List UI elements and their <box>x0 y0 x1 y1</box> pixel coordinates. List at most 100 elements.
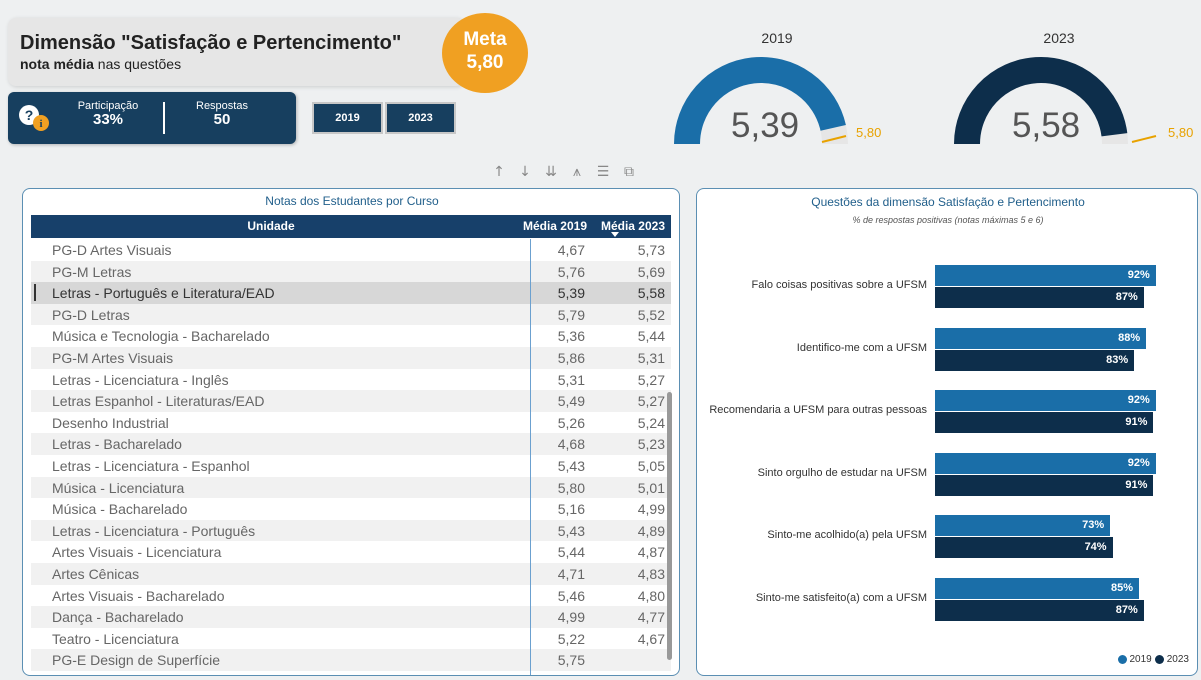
cell-unidade: Letras - Bacharelado <box>52 436 182 453</box>
cell-media-2023: 4,89 <box>637 522 665 539</box>
table-row[interactable]: PG-D Artes Visuais 4,67 5,73 <box>31 239 671 261</box>
focus-mode-icon[interactable]: ⧉ <box>622 164 636 184</box>
kpi-respostas-value: 50 <box>213 111 231 128</box>
chart-legend: 2019 2023 <box>1117 654 1189 665</box>
table-row[interactable]: Música - Bacharelado 5,16 4,99 <box>31 498 671 520</box>
table-row[interactable]: Letras - Licenciatura - Espanhol 5,43 5,05 <box>31 455 671 477</box>
table-row[interactable]: Letras - Licenciatura - Inglês 5,31 5,27 <box>31 369 671 391</box>
cell-unidade: Letras - Português e Literatura/EAD <box>52 285 275 302</box>
page-subtitle: nota média nas questões <box>20 56 452 72</box>
table-row[interactable]: Teatro - Licenciatura 5,22 4,67 <box>31 628 671 650</box>
filter-icon[interactable]: ☰ <box>596 164 610 184</box>
col-header-unidade[interactable]: Unidade <box>31 219 511 233</box>
cell-media-2023: 4,83 <box>637 566 665 582</box>
cell-media-2019: 4,67 <box>557 242 585 258</box>
cell-media-2019: 4,71 <box>557 566 585 582</box>
table-row[interactable]: Artes Visuais - Licenciatura 5,44 4,87 <box>31 541 671 563</box>
cell-media-2019: 4,68 <box>557 436 585 453</box>
drill-icon[interactable]: ⩚ <box>570 164 584 184</box>
table-row[interactable]: PG-M Letras 5,76 5,69 <box>31 260 671 283</box>
cell-media-2023: 4,67 <box>637 630 665 647</box>
table-row[interactable]: PG-D Letras 5,79 5,52 <box>31 303 671 326</box>
cell-unidade: PG-E Design de Superfície <box>52 652 221 669</box>
col-header-media-2019[interactable]: Média 2019 <box>523 219 587 233</box>
cell-media-2019: 5,39 <box>557 285 585 302</box>
cell-media-2023: 5,23 <box>637 436 665 453</box>
legend-dot-2019 <box>1117 655 1127 664</box>
cell-unidade: Música - Bacharelado <box>52 501 188 518</box>
bar-2019[interactable]: 85% <box>935 577 1139 599</box>
cell-media-2019: 5,43 <box>557 458 585 474</box>
cell-media-2019: 5,80 <box>557 479 585 496</box>
table-row[interactable]: Desenho Industrial 5,26 5,24 <box>31 412 671 434</box>
cell-media-2023: 5,27 <box>637 371 665 388</box>
table-row[interactable]: PG-E Design de Superfície 5,75 <box>31 649 671 671</box>
cell-media-2023: 5,05 <box>637 458 665 474</box>
sort-down-icon[interactable]: ↓ <box>518 164 532 184</box>
sort-up-icon[interactable]: ↑ <box>492 164 506 184</box>
help-info-icon[interactable]: ? i <box>16 102 56 134</box>
meta-label: Meta <box>463 29 507 50</box>
bar-2023[interactable]: 91% <box>935 474 1154 496</box>
cell-unidade: Letras Espanhol - Literaturas/EAD <box>52 393 265 410</box>
bar-2023[interactable]: 87% <box>935 287 1144 308</box>
kpi-participacao-value: 33% <box>92 111 124 128</box>
cell-media-2023: 5,31 <box>637 350 665 366</box>
table-row[interactable]: PG-M Artes Visuais 5,86 5,31 <box>31 347 671 369</box>
bar-2019[interactable]: 92% <box>935 452 1156 474</box>
cell-media-2019: 5,49 <box>557 393 585 410</box>
cell-media-2023: 4,80 <box>637 587 665 604</box>
bar-2023[interactable]: 91% <box>935 412 1154 433</box>
col-header-media-2023[interactable]: Média 2023 <box>601 219 665 233</box>
cell-media-2023: 5,69 <box>637 263 665 280</box>
cell-media-2023: 5,44 <box>637 328 665 345</box>
bar-2019[interactable]: 88% <box>935 327 1147 349</box>
cell-media-2019: 5,86 <box>557 350 585 366</box>
chart-subtitle: % de respostas positivas (notas máximas … <box>852 215 1044 225</box>
table-row[interactable]: Letras - Bacharelado 4,68 5,23 <box>31 433 671 455</box>
bar-2019[interactable]: 92% <box>935 390 1156 411</box>
svg-text:?: ? <box>25 107 34 123</box>
table-row[interactable]: Dança - Bacharelado 4,99 4,77 <box>31 606 671 628</box>
sort-desc-icon <box>611 232 619 237</box>
table-row[interactable]: Letras - Licenciatura - Português 5,43 4,8… <box>31 519 671 542</box>
table-row[interactable]: Letras - Português e Literatura/EAD 5,39 5… <box>31 282 671 304</box>
cell-media-2019: 5,31 <box>557 371 585 388</box>
visual-toolbar: ↑ ↓ ⇊ ⩚ ☰ ⧉ <box>492 164 674 184</box>
cell-media-2023: 5,52 <box>637 306 665 323</box>
cell-unidade: Letras - Licenciatura - Português <box>52 522 256 539</box>
cell-media-2023: 5,73 <box>637 242 665 258</box>
cell-media-2019: 5,46 <box>557 587 585 604</box>
table-row[interactable]: Artes Visuais - Bacharelado 5,46 4,80 <box>31 585 671 607</box>
cell-unidade: PG-D Artes Visuais <box>52 242 172 258</box>
gauge-2019-value: 5,39 <box>731 106 800 145</box>
chart-panel: Questões da dimensão Satisfação e Perten… <box>696 188 1198 676</box>
cell-unidade: Artes Cênicas <box>52 566 140 582</box>
cell-unidade: Letras - Licenciatura - Espanhol <box>52 458 250 474</box>
table-row[interactable]: Música - Licenciatura 5,80 5,01 <box>31 476 671 499</box>
cell-unidade: Letras - Licenciatura - Inglês <box>52 371 229 388</box>
cell-media-2019: 5,36 <box>557 328 585 345</box>
cell-unidade: Artes Visuais - Licenciatura <box>52 544 222 561</box>
bar-2023[interactable]: 83% <box>935 349 1135 371</box>
cell-media-2019: 5,75 <box>557 652 585 669</box>
bar-2019[interactable]: 73% <box>935 515 1111 536</box>
question-label: Falo coisas positivas sobre a UFSM <box>751 279 927 291</box>
table-row[interactable]: Música e Tecnologia - Bacharelado 5,36 5,4… <box>31 325 671 347</box>
cell-media-2023: 5,58 <box>637 285 665 302</box>
meta-badge: Meta 5,80 <box>442 13 528 93</box>
year-button-2019[interactable]: 2019 <box>312 102 383 134</box>
gauge-2023-target: 5,80 <box>1168 125 1194 140</box>
cell-unidade: Artes Visuais - Bacharelado <box>52 587 225 604</box>
table-scrollbar[interactable] <box>667 392 672 660</box>
bar-2023[interactable]: 87% <box>935 599 1144 621</box>
expand-all-icon[interactable]: ⇊ <box>544 164 558 184</box>
cell-media-2019: 5,44 <box>557 544 585 561</box>
bar-2023[interactable]: 74% <box>935 537 1113 558</box>
table-row[interactable]: Artes Cênicas 4,71 4,83 <box>31 563 671 585</box>
table-row[interactable]: Letras Espanhol - Literaturas/EAD 5,49 5,2… <box>31 390 671 412</box>
question-label: Sinto orgulho de estudar na UFSM <box>757 466 927 479</box>
bar-2019[interactable]: 92% <box>935 265 1156 286</box>
kpi-participacao: Participação 33% <box>70 100 146 128</box>
year-button-2023[interactable]: 2023 <box>385 102 456 134</box>
